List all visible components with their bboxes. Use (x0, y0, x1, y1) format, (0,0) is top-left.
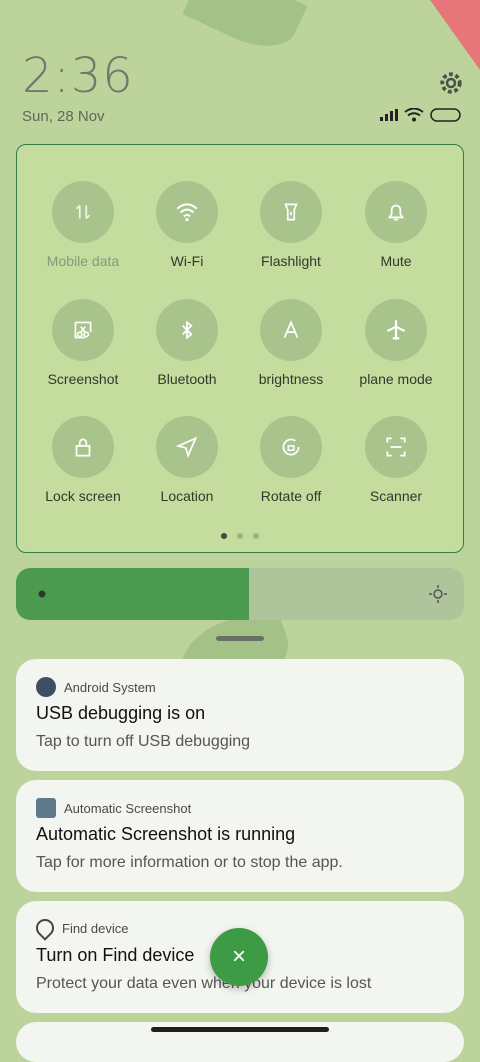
tile-button[interactable] (52, 416, 114, 478)
tile-label: Rotate off (260, 488, 322, 504)
location-icon (175, 436, 198, 459)
tile-button[interactable] (365, 416, 427, 478)
screenshot-icon (74, 321, 92, 339)
notification-title: USB debugging is on (36, 703, 206, 723)
tile-label: plane mode (359, 371, 433, 387)
notification-body: Tap for more information or to stop the … (36, 854, 343, 871)
home-indicator[interactable] (151, 1027, 329, 1032)
notification-title: Turn on Find device (36, 945, 195, 965)
brightness-high-icon (429, 585, 447, 603)
notification-source: Automatic Screenshot (64, 800, 192, 816)
notification-source: Find device (62, 920, 129, 936)
tile-label: brightness (258, 371, 324, 387)
tile-flashlight[interactable]: Flashlight (239, 181, 343, 269)
tile-button[interactable] (260, 416, 322, 478)
tile-label: Mobile data (46, 253, 120, 269)
airplane-icon (386, 320, 406, 340)
watermelon-decoration (430, 0, 480, 70)
bluetooth-icon (182, 320, 193, 340)
tile-label: Wi-Fi (170, 253, 204, 269)
drag-handle[interactable] (216, 636, 264, 641)
tile-scanner[interactable]: Scanner (344, 416, 448, 504)
notification-body: Tap to turn off USB debugging (36, 733, 251, 750)
tile-label: Flashlight (261, 253, 321, 269)
close-icon: × (231, 943, 246, 970)
page-dot (221, 533, 227, 539)
android-system-icon (36, 677, 56, 697)
flashlight-icon (284, 203, 298, 221)
tile-bluetooth[interactable]: Bluetooth (135, 299, 239, 387)
tile-wi-fi[interactable]: Wi-Fi (135, 181, 239, 269)
tile-rotate-off[interactable]: Rotate off (239, 416, 343, 504)
notification-body: Protect your data even when your device … (36, 975, 372, 992)
settings-gear-icon[interactable] (436, 68, 466, 98)
page-dot (253, 533, 259, 539)
tile-button[interactable] (260, 299, 322, 361)
tile-button[interactable] (52, 299, 114, 361)
tile-label: Scanner (369, 488, 423, 504)
status-icons (380, 108, 462, 122)
wifi-icon (176, 203, 198, 222)
tile-button[interactable] (156, 299, 218, 361)
tile-button[interactable] (260, 181, 322, 243)
mobile-data-icon (75, 204, 91, 220)
bell-icon (387, 204, 405, 221)
tile-label: Screenshot (47, 371, 119, 387)
wifi-status-icon (404, 108, 424, 122)
auto-brightness-icon (283, 320, 299, 338)
notification-source: Android System (64, 679, 156, 695)
tile-button[interactable] (365, 299, 427, 361)
tile-label: Mute (380, 253, 412, 269)
notification-card[interactable]: Automatic Screenshot Automatic Screensho… (16, 780, 464, 892)
tile-label: Location (160, 488, 214, 504)
tile-lock-screen[interactable]: Lock screen (31, 416, 135, 504)
brightness-low-icon (38, 590, 46, 598)
clock: 2:36 (22, 48, 134, 104)
tile-mute[interactable]: Mute (344, 181, 448, 269)
tile-mobile-data[interactable]: Mobile data (31, 181, 135, 269)
rotate-lock-icon (282, 438, 300, 456)
tile-plane-mode[interactable]: plane mode (344, 299, 448, 387)
tile-button[interactable] (156, 181, 218, 243)
tile-button[interactable] (365, 181, 427, 243)
tile-brightness[interactable]: brightness (239, 299, 343, 387)
battery-icon (430, 108, 461, 122)
page-dot (237, 533, 243, 539)
scanner-icon (386, 437, 406, 457)
location-pin-icon (32, 915, 58, 941)
tile-label: Lock screen (45, 488, 121, 504)
signal-icon (380, 109, 398, 121)
notification-card[interactable]: Android System USB debugging is on Tap t… (16, 659, 464, 771)
brightness-slider[interactable] (16, 568, 464, 620)
brightness-fill (16, 568, 249, 620)
tile-screenshot[interactable]: Screenshot (31, 299, 135, 387)
clear-all-button[interactable]: × (210, 928, 268, 986)
page-indicator (17, 533, 463, 539)
tile-label: Bluetooth (157, 371, 217, 387)
tile-button[interactable] (52, 181, 114, 243)
date: Sun, 28 Nov (22, 108, 105, 125)
lock-icon (75, 438, 91, 457)
background-leaf (182, 0, 308, 61)
quick-settings-panel: Mobile data Wi-Fi Flashlight Mute Screenshot… (16, 144, 464, 553)
tile-location[interactable]: Location (135, 416, 239, 504)
tile-button[interactable] (156, 416, 218, 478)
notification-title: Automatic Screenshot is running (36, 824, 296, 844)
app-icon (36, 798, 56, 818)
